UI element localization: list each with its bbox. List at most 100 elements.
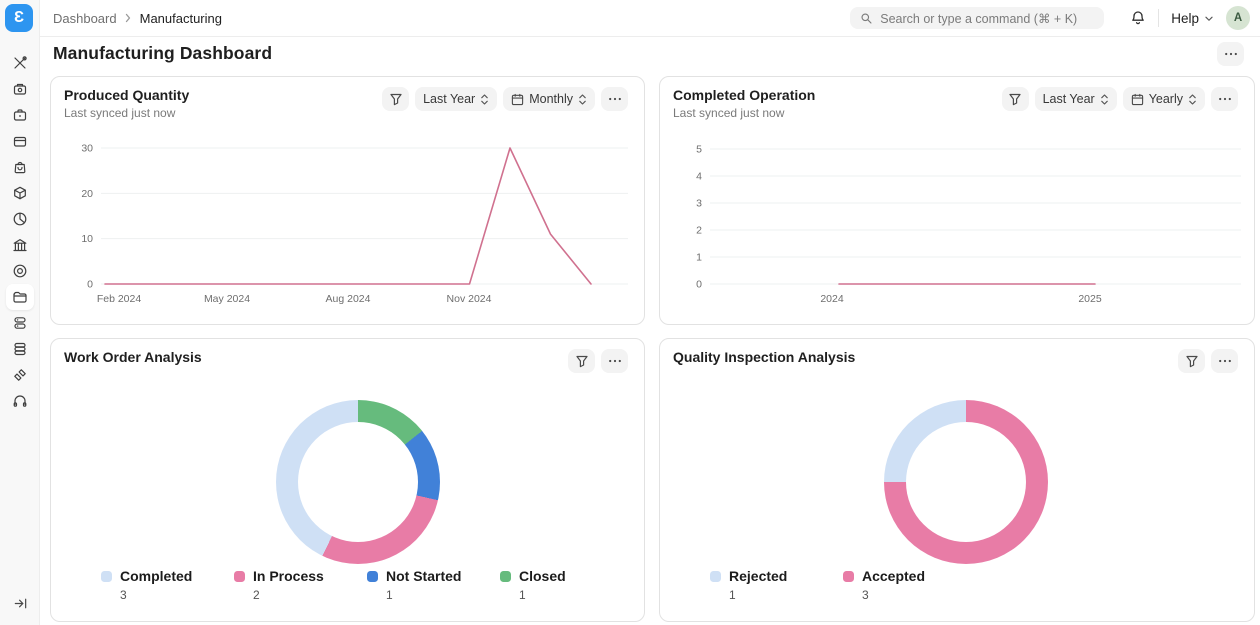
legend-label: In Process xyxy=(253,568,324,584)
sidebar-item-package[interactable] xyxy=(6,180,34,206)
legend-item: Completed3 xyxy=(101,568,234,602)
breadcrumb: Dashboard Manufacturing xyxy=(53,11,222,26)
legend-swatch xyxy=(843,571,854,582)
timespan-select[interactable]: Last Year xyxy=(1035,87,1117,111)
legend-value: 1 xyxy=(386,588,500,602)
granularity-select[interactable]: Yearly xyxy=(1123,87,1205,111)
sort-updown-icon xyxy=(578,93,587,106)
sidebar-item-building[interactable] xyxy=(6,232,34,258)
filter-button[interactable] xyxy=(382,87,409,111)
page-head: Manufacturing Dashboard xyxy=(40,37,1260,70)
work-order-donut-chart[interactable] xyxy=(276,400,440,564)
timespan-value: Last Year xyxy=(1043,92,1095,106)
dashboard-grid: Produced Quantity Last synced just now L… xyxy=(40,70,1260,622)
granularity-value: Monthly xyxy=(529,92,573,106)
legend-value: 2 xyxy=(253,588,367,602)
calendar-icon xyxy=(511,93,524,106)
donut-hole xyxy=(906,422,1026,542)
card-menu-button[interactable] xyxy=(1211,87,1238,111)
svg-text:30: 30 xyxy=(81,143,93,155)
filter-button[interactable] xyxy=(568,349,595,373)
wallet-icon xyxy=(12,133,28,149)
ellipsis-icon xyxy=(1224,47,1238,61)
timespan-select[interactable]: Last Year xyxy=(415,87,497,111)
legend-label: Closed xyxy=(519,568,566,584)
granularity-select[interactable]: Monthly xyxy=(503,87,595,111)
legend-value: 3 xyxy=(862,588,976,602)
shopping-bag-icon xyxy=(12,159,28,175)
filter-button[interactable] xyxy=(1002,87,1029,111)
breadcrumb-dashboard[interactable]: Dashboard xyxy=(53,11,117,26)
navbar-divider xyxy=(1158,9,1159,27)
sidebar-expand-button[interactable] xyxy=(7,591,33,615)
card-title: Completed Operation xyxy=(673,87,815,103)
legend-item: Closed 1 xyxy=(500,568,633,602)
sidebar-item-cash-register[interactable] xyxy=(6,76,34,102)
sidebar-item-wallet[interactable] xyxy=(6,128,34,154)
legend-item: In Process 2 xyxy=(234,568,367,602)
global-search-input[interactable]: Search or type a command (⌘ + K) xyxy=(850,7,1104,29)
sidebar-item-headset[interactable] xyxy=(6,388,34,414)
legend-swatch xyxy=(101,571,112,582)
headset-icon xyxy=(12,393,28,409)
briefcase-icon xyxy=(12,107,28,123)
notifications-bell-button[interactable] xyxy=(1130,10,1146,26)
main-area: Dashboard Manufacturing Search or type a… xyxy=(40,0,1260,622)
app-logo[interactable]: Ɛ xyxy=(5,4,33,32)
sort-updown-icon xyxy=(480,93,489,106)
legend-value: 1 xyxy=(519,588,633,602)
svg-text:Nov 2024: Nov 2024 xyxy=(447,293,492,305)
chevron-down-icon xyxy=(1204,15,1214,22)
navbar: Dashboard Manufacturing Search or type a… xyxy=(40,0,1260,37)
sidebar-item-stack[interactable] xyxy=(6,310,34,336)
filter-button[interactable] xyxy=(1178,349,1205,373)
legend-value: 1 xyxy=(729,588,843,602)
pie-chart-icon xyxy=(12,211,28,227)
sidebar-item-pie-chart[interactable] xyxy=(6,206,34,232)
legend-item: Accepted 3 xyxy=(843,568,976,602)
target-icon xyxy=(12,263,28,279)
layers-icon xyxy=(12,341,28,357)
package-icon xyxy=(12,185,28,201)
sidebar-item-layers[interactable] xyxy=(6,336,34,362)
granularity-value: Yearly xyxy=(1149,92,1183,106)
sidebar-item-tools[interactable] xyxy=(6,50,34,76)
ellipsis-icon xyxy=(608,92,622,106)
sort-updown-icon xyxy=(1100,93,1109,106)
building-icon xyxy=(12,237,28,253)
workspace-sidebar: Ɛ xyxy=(0,0,40,625)
user-avatar[interactable]: A xyxy=(1226,6,1250,30)
svg-text:2024: 2024 xyxy=(820,293,844,305)
legend-label: Rejected xyxy=(729,568,787,584)
filter-funnel-icon xyxy=(389,92,403,106)
sidebar-item-shopping-bag[interactable] xyxy=(6,154,34,180)
card-title: Work Order Analysis xyxy=(64,349,202,365)
bell-icon xyxy=(1130,10,1146,26)
page-menu-button[interactable] xyxy=(1217,42,1244,66)
card-produced-quantity: Produced Quantity Last synced just now L… xyxy=(50,76,645,325)
card-controls xyxy=(1178,349,1238,373)
legend-swatch xyxy=(367,571,378,582)
timespan-value: Last Year xyxy=(423,92,475,106)
breadcrumb-manufacturing[interactable]: Manufacturing xyxy=(140,11,222,26)
sidebar-item-target[interactable] xyxy=(6,258,34,284)
card-title: Quality Inspection Analysis xyxy=(673,349,855,365)
sidebar-item-plug[interactable] xyxy=(6,362,34,388)
card-menu-button[interactable] xyxy=(1211,349,1238,373)
card-completed-operation: Completed Operation Last synced just now… xyxy=(659,76,1255,325)
chart-legend: Rejected 1 Accepted 3 xyxy=(710,568,976,602)
legend-label: Accepted xyxy=(862,568,925,584)
sidebar-item-briefcase[interactable] xyxy=(6,102,34,128)
quality-inspection-donut-chart[interactable] xyxy=(884,400,1048,564)
svg-text:0: 0 xyxy=(87,279,93,291)
card-subtitle: Last synced just now xyxy=(673,106,815,120)
svg-text:4: 4 xyxy=(696,171,702,183)
card-menu-button[interactable] xyxy=(601,87,628,111)
card-menu-button[interactable] xyxy=(601,349,628,373)
card-quality-inspection-analysis: Quality Inspection Analysis Rejected1Acc… xyxy=(659,338,1255,622)
folder-icon xyxy=(12,289,28,305)
help-menu-button[interactable]: Help xyxy=(1171,11,1214,26)
sidebar-item-folder[interactable] xyxy=(6,284,34,310)
search-icon xyxy=(860,12,873,25)
navbar-actions: Search or type a command (⌘ + K) Help A xyxy=(850,6,1250,30)
